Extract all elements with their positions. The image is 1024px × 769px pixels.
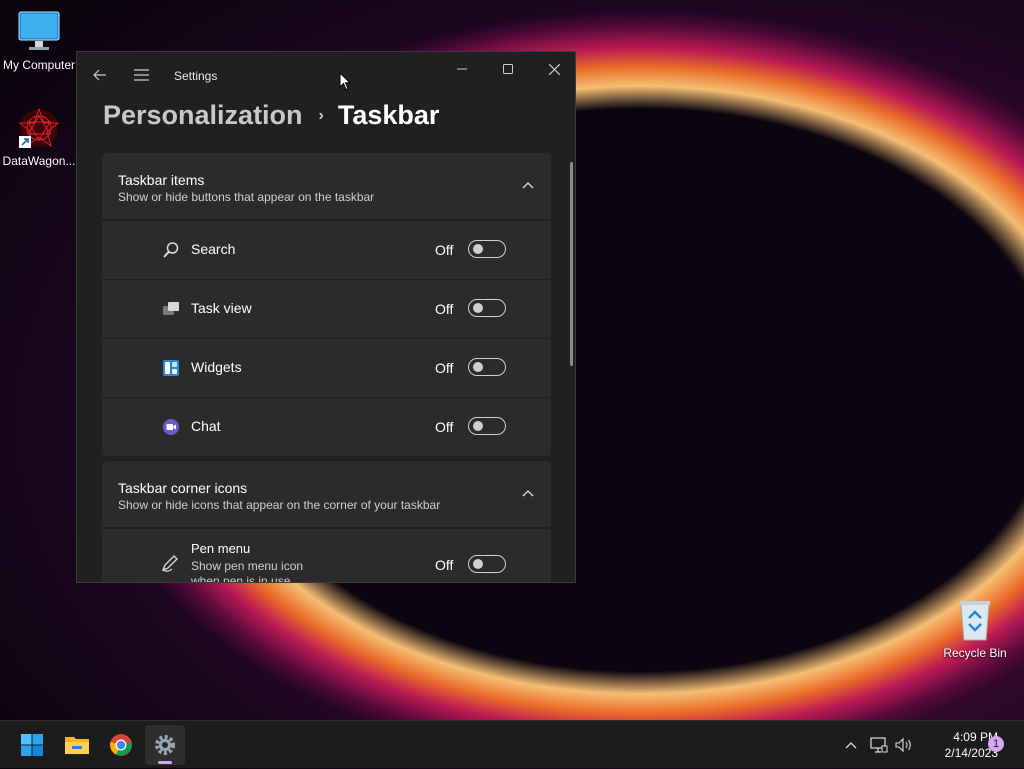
setting-label: Widgets: [191, 359, 242, 375]
search-toggle[interactable]: [468, 240, 506, 258]
minimize-button[interactable]: [439, 52, 485, 86]
title-bar[interactable]: Settings: [77, 52, 575, 98]
settings-taskbar-button[interactable]: [145, 725, 185, 765]
group-subtitle: Show or hide buttons that appear on the …: [118, 190, 375, 204]
datawagon-shortcut-icon: [18, 107, 60, 148]
widgets-toggle[interactable]: [468, 358, 506, 376]
close-button[interactable]: [531, 52, 575, 86]
active-indicator: [158, 761, 172, 764]
toggle-state-text: Off: [435, 242, 454, 258]
chat-icon: [163, 419, 179, 435]
toggle-knob: [473, 303, 483, 313]
settings-window: Settings Personalization › Taskbar Taskb…: [76, 51, 576, 583]
toggle-knob: [473, 362, 483, 372]
chevron-up-icon: [845, 742, 857, 749]
setting-label: Chat: [191, 418, 221, 434]
group-subtitle: Show or hide icons that appear on the co…: [118, 498, 441, 512]
network-button[interactable]: [868, 721, 890, 769]
search-icon: [163, 242, 179, 258]
chrome-button[interactable]: [101, 725, 141, 765]
task-view-toggle[interactable]: [468, 299, 506, 317]
show-hidden-icons-button[interactable]: [840, 721, 862, 769]
desktop-icon-recycle-bin[interactable]: Recycle Bin: [938, 598, 1012, 660]
taskbar: 4:09 PM 2/14/2023: [0, 720, 1024, 768]
setting-row-pen-menu: Pen menu Show pen menu icon when pen is …: [102, 529, 551, 583]
desktop-icon-label: Recycle Bin: [943, 646, 1007, 660]
volume-icon: [895, 737, 911, 753]
chrome-icon: [110, 734, 132, 756]
maximize-icon: [503, 64, 513, 74]
chevron-up-icon[interactable]: [521, 178, 535, 192]
corner-icons-header[interactable]: Taskbar corner icons Show or hide icons …: [102, 461, 551, 527]
mouse-cursor-icon: [339, 72, 351, 91]
toggle-knob: [473, 421, 483, 431]
nav-menu-button[interactable]: [118, 58, 164, 92]
desktop-icon-datawagon[interactable]: DataWagon...: [2, 106, 76, 168]
setting-row-task-view: Task view Off: [102, 280, 551, 338]
breadcrumb-chevron-icon: ›: [318, 106, 324, 124]
scrollbar-thumb[interactable]: [570, 162, 573, 366]
group-title: Taskbar corner icons: [118, 480, 248, 496]
setting-label: Task view: [191, 300, 252, 316]
monitor-icon: [18, 11, 60, 50]
page-title: Taskbar: [337, 100, 440, 130]
file-explorer-icon: [65, 737, 89, 754]
setting-label: Pen menu: [191, 541, 251, 556]
toggle-state-text: Off: [435, 360, 454, 376]
desktop-icon-label: DataWagon...: [2, 154, 76, 168]
maximize-button[interactable]: [485, 52, 531, 86]
start-button[interactable]: [12, 725, 52, 765]
app-title: Settings: [174, 69, 218, 83]
pen-icon: [161, 555, 178, 572]
network-icon: [870, 737, 888, 753]
desktop-icon-my-computer[interactable]: My Computer: [2, 10, 76, 72]
toggle-state-text: Off: [435, 419, 454, 435]
settings-icon: [155, 735, 175, 755]
hamburger-icon: [133, 69, 149, 81]
chat-toggle[interactable]: [468, 417, 506, 435]
start-icon: [21, 734, 43, 756]
taskbar-items-header[interactable]: Taskbar items Show or hide buttons that …: [102, 153, 551, 219]
toggle-knob: [473, 559, 483, 569]
clock-time: 4:09 PM: [953, 730, 998, 744]
setting-label: Search: [191, 241, 236, 257]
setting-row-chat: Chat Off: [102, 398, 551, 456]
widgets-icon: [163, 360, 179, 376]
back-button[interactable]: [77, 58, 123, 92]
taskbar-clock[interactable]: 4:09 PM 2/14/2023: [918, 729, 998, 761]
notification-badge[interactable]: 1: [988, 736, 1004, 752]
setting-row-widgets: Widgets Off: [102, 339, 551, 397]
setting-row-search: Search Off: [102, 221, 551, 279]
group-title: Taskbar items: [118, 172, 205, 188]
file-explorer-button[interactable]: [57, 725, 97, 765]
chevron-up-icon[interactable]: [521, 486, 535, 500]
toggle-state-text: Off: [435, 301, 454, 317]
volume-button[interactable]: [893, 721, 915, 769]
toggle-state-text: Off: [435, 557, 454, 573]
recycle-bin-icon: [960, 601, 990, 641]
pen-menu-toggle[interactable]: [468, 555, 506, 573]
back-arrow-icon: [93, 69, 106, 81]
clock-date: 2/14/2023: [944, 746, 998, 760]
setting-description: Show pen menu icon when pen is in use: [191, 559, 304, 583]
desktop-icon-label: My Computer: [2, 58, 76, 72]
minimize-icon: [457, 68, 467, 70]
toggle-knob: [473, 244, 483, 254]
task-view-icon: [163, 302, 179, 315]
breadcrumb: Personalization › Taskbar: [103, 100, 439, 131]
breadcrumb-parent-link[interactable]: Personalization: [103, 100, 303, 131]
close-icon: [548, 63, 560, 75]
